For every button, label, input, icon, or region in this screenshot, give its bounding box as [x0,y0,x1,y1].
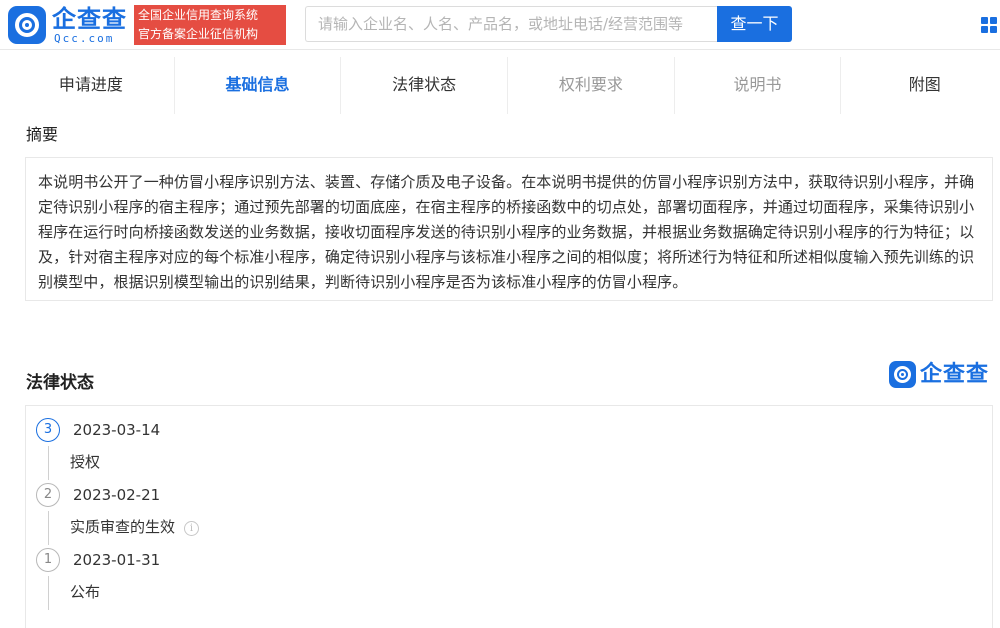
slogan-line-1: 全国企业信用查询系统 [138,8,259,22]
event-label: 公布 [70,583,101,601]
apps-grid-icon[interactable] [981,17,997,33]
step-circle: 2 [36,483,60,507]
top-bar: 企查查 Qcc.com 全国企业信用查询系统 官方备案企业征信机构 请输入企业名… [0,0,1000,50]
qcc-watermark-logo: 企查查 [889,360,993,390]
event-date: 2023-01-31 [73,551,161,569]
qcc-logo-icon [889,361,916,388]
qcc-logo[interactable]: 企查查 Qcc.com [8,5,130,45]
timeline-event: 2 2023-02-21 实质审查的生效 i [36,483,436,545]
step-circle: 3 [36,418,60,442]
event-label: 授权 [70,453,101,471]
event-label-with-info: 实质审查的生效 i [70,517,200,537]
logo-name: 企查查 [52,5,127,33]
tab-drawings[interactable]: 附图 [841,57,1000,114]
tab-bar: 申请进度 基础信息 法律状态 权利要求 说明书 附图 [8,57,1000,114]
logo-domain: Qcc.com [54,32,115,45]
legal-timeline: 3 2023-03-14 授权 2 2023-02-21 实质审查的生效 i 1 … [25,405,993,628]
abstract-text: 本说明书公开了一种仿冒小程序识别方法、装置、存储介质及电子设备。在本说明书提供的… [25,157,993,301]
timeline-event: 3 2023-03-14 授权 [36,418,436,480]
info-icon[interactable]: i [184,521,200,536]
slogan-line-2: 官方备案企业征信机构 [138,27,259,41]
tab-description[interactable]: 说明书 [674,57,842,114]
timeline-connector [48,576,49,610]
step-circle: 1 [36,548,60,572]
tab-basic-info[interactable]: 基础信息 [174,57,342,114]
search-input[interactable]: 请输入企业名、人名、产品名，或地址电话/经营范围等 [305,6,717,42]
event-date: 2023-02-21 [73,486,161,504]
tab-application-progress[interactable]: 申请进度 [8,57,175,114]
abstract-title: 摘要 [26,125,59,144]
tab-claims[interactable]: 权利要求 [508,57,675,114]
timeline-connector [48,446,49,480]
brand-name: 企查查 [920,362,990,387]
event-date: 2023-03-14 [73,421,161,439]
qcc-logo-icon [8,6,46,44]
slogan-badge: 全国企业信用查询系统 官方备案企业征信机构 [134,5,286,45]
timeline-connector [48,511,49,545]
tab-legal-status[interactable]: 法律状态 [341,57,509,114]
legal-status-title: 法律状态 [26,373,94,393]
timeline-event: 1 2023-01-31 公布 [36,548,436,610]
search-button[interactable]: 查一下 [717,6,792,42]
event-label: 实质审查的生效 [70,518,176,536]
